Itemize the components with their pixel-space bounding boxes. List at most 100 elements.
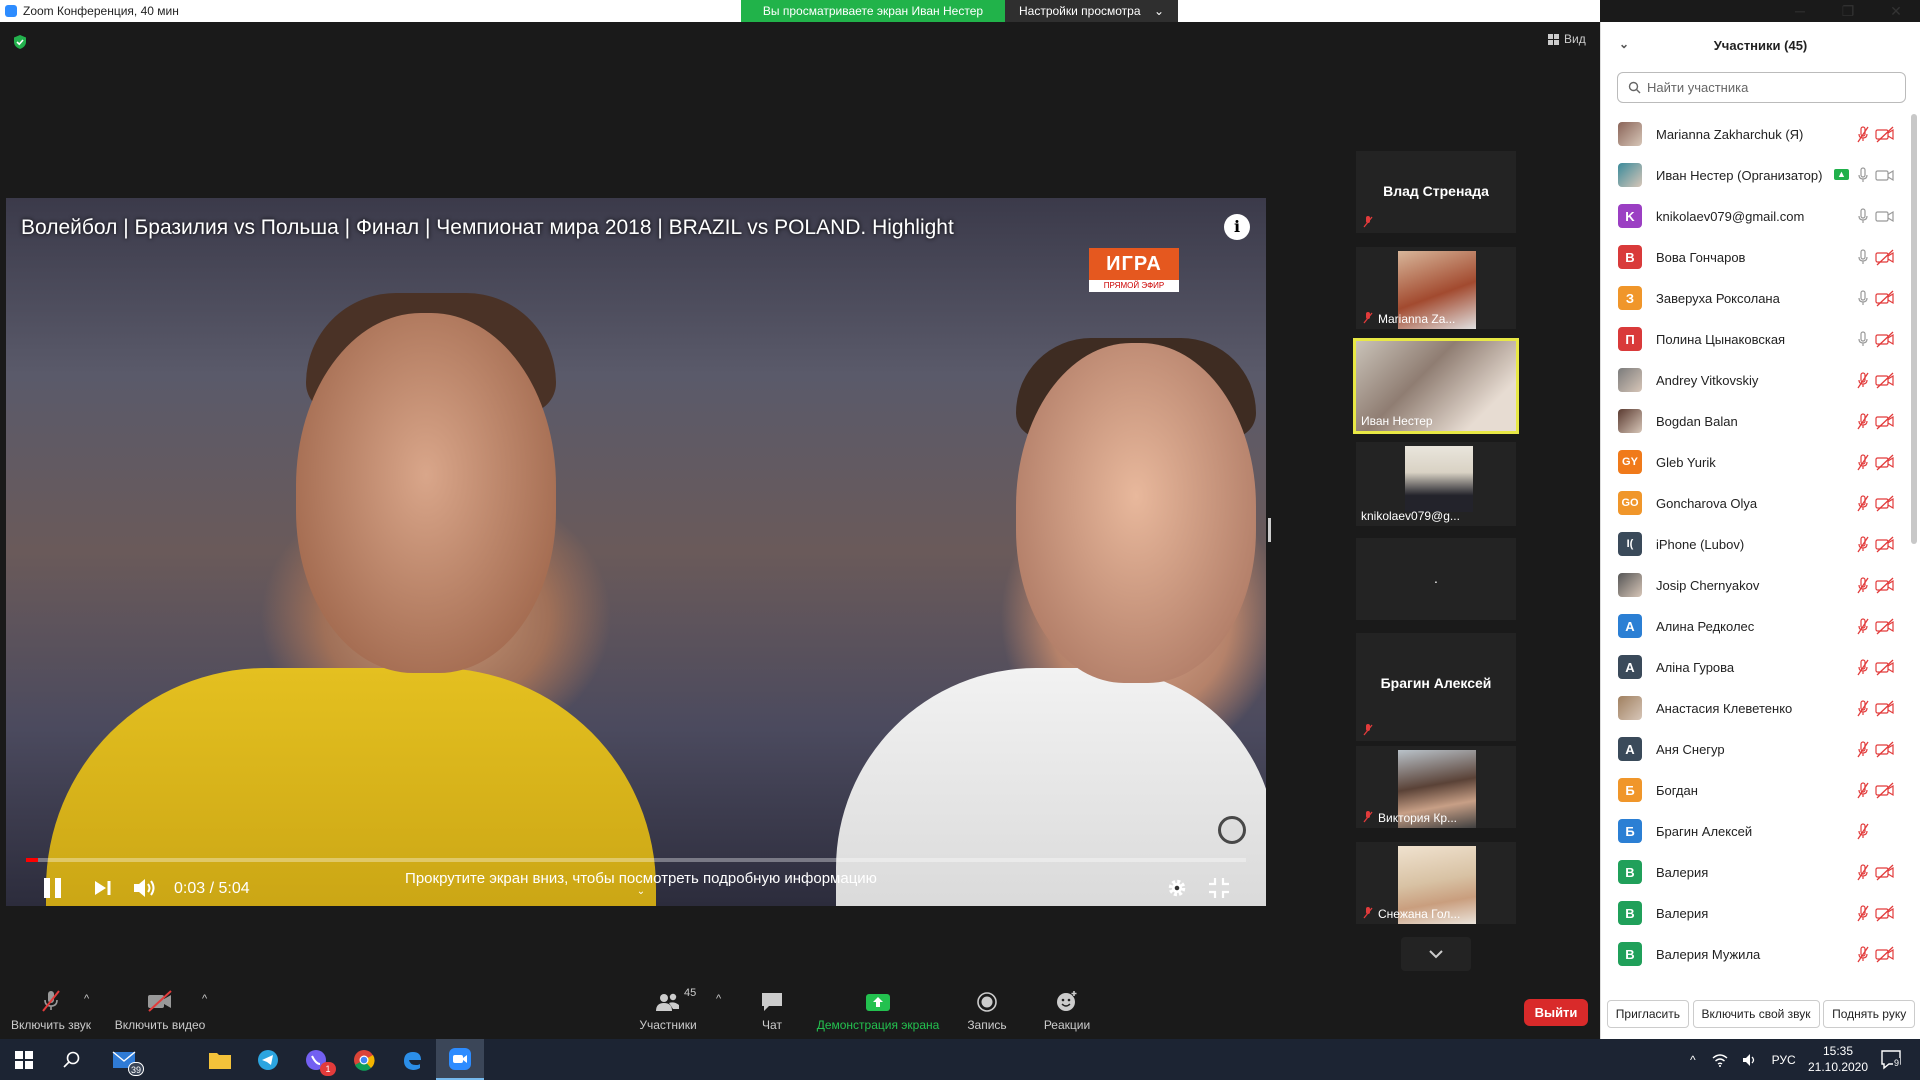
participants-caret-icon[interactable]: ^ — [716, 993, 721, 1005]
participant-row[interactable]: Б Брагин Алексей — [1601, 811, 1907, 852]
info-icon[interactable]: i — [1224, 214, 1250, 240]
start-video-button[interactable]: Включить видео — [110, 987, 210, 1039]
next-track-icon[interactable] — [94, 880, 112, 896]
taskbar-mail[interactable]: 39 — [100, 1039, 148, 1080]
mic-off-icon[interactable] — [1856, 536, 1870, 553]
video-off-icon[interactable] — [1875, 659, 1895, 676]
mic-off-icon[interactable] — [1856, 782, 1870, 799]
participant-row[interactable]: I(iPhone (Lubov) — [1601, 524, 1907, 565]
participant-row[interactable]: Kknikolaev079@gmail.com — [1601, 196, 1907, 237]
volume-icon[interactable] — [1742, 1053, 1758, 1067]
mic-off-icon[interactable] — [1856, 823, 1870, 840]
gear-icon[interactable] — [1166, 877, 1188, 899]
participant-row[interactable]: В Валерия Мужила — [1601, 934, 1907, 975]
taskbar-clock[interactable]: 15:35 21.10.2020 — [1804, 1043, 1872, 1075]
video-off-icon[interactable] — [1875, 577, 1895, 594]
participant-search[interactable] — [1617, 72, 1906, 103]
video-thumbnail[interactable]: Marianna Za... — [1356, 247, 1516, 329]
video-thumbnail[interactable]: . — [1356, 538, 1516, 620]
mic-off-icon[interactable] — [1856, 700, 1870, 717]
shared-screen-video[interactable]: Волейбол | Бразилия vs Польша | Финал | … — [6, 198, 1266, 906]
mic-off-icon[interactable] — [1856, 495, 1870, 512]
video-icon[interactable] — [1875, 167, 1895, 184]
participant-row[interactable]: Josip Chernyakov — [1601, 565, 1907, 606]
taskbar-telegram[interactable] — [244, 1039, 292, 1080]
video-off-icon[interactable] — [1875, 741, 1895, 758]
video-title[interactable]: Волейбол | Бразилия vs Польша | Финал | … — [21, 216, 954, 240]
thumbnails-scroll-down-button[interactable] — [1401, 937, 1471, 971]
mic-off-icon[interactable] — [1856, 618, 1870, 635]
participant-row[interactable]: Marianna Zakharchuk (Я) — [1601, 114, 1907, 155]
participant-row[interactable]: В Валерия — [1601, 852, 1907, 893]
video-off-icon[interactable] — [1875, 290, 1895, 307]
video-off-icon[interactable] — [1875, 495, 1895, 512]
participant-row[interactable]: Bogdan Balan — [1601, 401, 1907, 442]
participant-row[interactable]: Иван Нестер (Организатор) ▲ — [1601, 155, 1907, 196]
restore-button[interactable]: ❐ — [1824, 0, 1872, 22]
unmute-self-button[interactable]: Включить свой звук — [1692, 999, 1820, 1028]
video-thumbnail[interactable]: Влад Стренада — [1356, 151, 1516, 233]
mic-off-icon[interactable] — [1856, 946, 1870, 963]
participant-row[interactable]: В Вова Гончаров — [1601, 237, 1907, 278]
participant-row[interactable]: Анастасия Клеветенко — [1601, 688, 1907, 729]
video-progress-bar[interactable] — [26, 858, 1246, 862]
video-thumbnail[interactable]: Снежана Гол... — [1356, 842, 1516, 924]
mic-off-icon[interactable] — [1856, 905, 1870, 922]
video-off-icon[interactable] — [1875, 372, 1895, 389]
mic-off-icon[interactable] — [1856, 659, 1870, 676]
minimize-button[interactable]: ─ — [1776, 0, 1824, 22]
scroll-hint[interactable]: Прокрутите экран вниз, чтобы посмотреть … — [391, 870, 891, 897]
video-thumbnail[interactable]: knikolaev079@g... — [1356, 442, 1516, 526]
invite-button[interactable]: Пригласить — [1606, 999, 1690, 1028]
chevron-up-icon[interactable]: ^ — [1690, 1053, 1696, 1067]
participants-scrollbar[interactable] — [1910, 114, 1918, 978]
video-icon[interactable] — [1875, 208, 1895, 225]
taskbar-chrome[interactable] — [340, 1039, 388, 1080]
video-off-icon[interactable] — [1875, 454, 1895, 471]
video-off-icon[interactable] — [1875, 946, 1895, 963]
raise-hand-button[interactable]: Поднять руку — [1823, 999, 1916, 1028]
taskbar-edge[interactable] — [388, 1039, 436, 1080]
view-settings-button[interactable]: Настройки просмотра ⌄ — [1005, 0, 1178, 22]
participant-row[interactable]: А Алина Редколес — [1601, 606, 1907, 647]
participant-row[interactable]: З Заверуха Роксолана — [1601, 278, 1907, 319]
view-button[interactable]: Вид — [1548, 32, 1586, 46]
video-off-icon[interactable] — [1875, 905, 1895, 922]
participant-search-input[interactable] — [1647, 80, 1897, 95]
chevron-down-icon[interactable]: ⌄ — [1619, 37, 1629, 51]
taskbar-zoom[interactable] — [436, 1039, 484, 1080]
video-off-icon[interactable] — [1875, 536, 1895, 553]
participant-row[interactable]: А Аня Снегур — [1601, 729, 1907, 770]
participant-row[interactable]: GY Gleb Yurik — [1601, 442, 1907, 483]
mic-off-icon[interactable] — [1856, 126, 1870, 143]
video-options-caret-icon[interactable]: ^ — [202, 993, 207, 1005]
language-indicator[interactable]: РУС — [1772, 1053, 1796, 1067]
share-screen-button[interactable]: Демонстрация экрана — [812, 987, 944, 1039]
participants-button[interactable]: 45 Участники — [632, 987, 704, 1039]
leave-button[interactable]: Выйти — [1524, 999, 1588, 1026]
active-speaker-thumbnail[interactable]: Иван Нестер — [1353, 338, 1519, 434]
close-button[interactable]: ✕ — [1872, 0, 1920, 22]
mic-off-icon[interactable] — [1856, 577, 1870, 594]
video-off-icon[interactable] — [1875, 864, 1895, 881]
mic-icon[interactable] — [1856, 167, 1870, 184]
video-off-icon[interactable] — [1875, 249, 1895, 266]
chat-button[interactable]: Чат — [752, 987, 792, 1039]
video-off-icon[interactable] — [1875, 618, 1895, 635]
video-thumbnail[interactable]: Брагин Алексей — [1356, 633, 1516, 741]
security-shield-icon[interactable] — [12, 34, 28, 50]
mic-off-icon[interactable] — [1856, 413, 1870, 430]
taskbar-viber[interactable]: 1 — [292, 1039, 340, 1080]
mic-icon[interactable] — [1856, 290, 1870, 307]
participant-row[interactable]: П Полина Цынаковская — [1601, 319, 1907, 360]
exit-fullscreen-icon[interactable] — [1208, 877, 1230, 899]
unmute-button[interactable]: Включить звук — [6, 987, 96, 1039]
record-button[interactable]: Запись — [962, 987, 1012, 1039]
video-thumbnail[interactable]: Виктория Кр... — [1356, 746, 1516, 828]
participant-row[interactable]: Б Богдан — [1601, 770, 1907, 811]
video-off-icon[interactable] — [1875, 331, 1895, 348]
video-off-icon[interactable] — [1875, 700, 1895, 717]
wifi-icon[interactable] — [1712, 1053, 1728, 1067]
video-off-icon[interactable] — [1875, 126, 1895, 143]
mic-off-icon[interactable] — [1856, 372, 1870, 389]
